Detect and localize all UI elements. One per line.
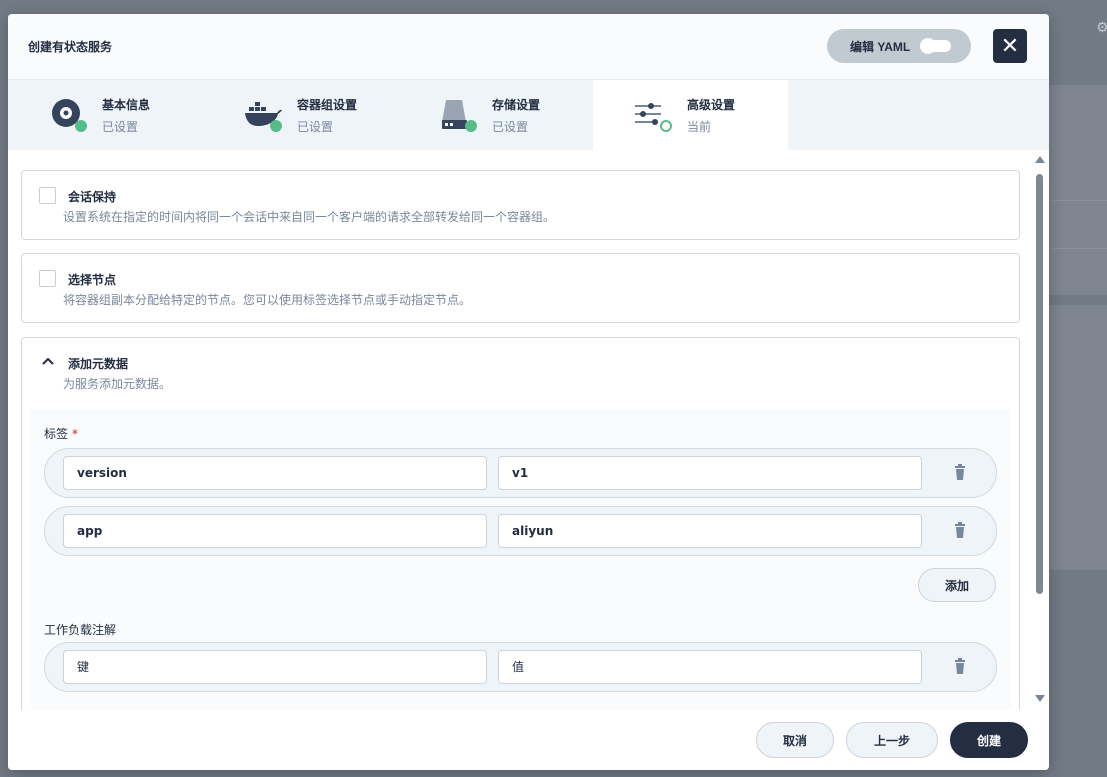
session-affinity-checkbox[interactable] bbox=[39, 187, 56, 204]
sliders-icon bbox=[635, 103, 672, 132]
trash-icon bbox=[955, 522, 965, 538]
step-status: 已设置 bbox=[102, 120, 139, 134]
background-divider bbox=[1049, 200, 1107, 201]
metadata-panel: 添加元数据 为服务添加元数据。 标签 * version v1 app aliy… bbox=[21, 337, 1020, 710]
metadata-description: 为服务添加元数据。 bbox=[63, 377, 172, 391]
step-storage-settings[interactable]: 存储设置 已设置 bbox=[398, 80, 593, 150]
create-statefulset-modal: 创建有状态服务 编辑 YAML ✕ 基本信息 已设置 容器组设置 已设置 存储设… bbox=[8, 14, 1049, 770]
node-selection-title: 选择节点 bbox=[68, 273, 117, 287]
labels-title: 标签 bbox=[44, 427, 69, 441]
metadata-form-area: 标签 * version v1 app aliyun 添加 工作负载注解 键 值 bbox=[31, 409, 1011, 709]
step-title: 存储设置 bbox=[492, 98, 541, 112]
trash-icon bbox=[955, 464, 965, 480]
node-selection-checkbox[interactable] bbox=[39, 270, 56, 287]
session-affinity-title: 会话保持 bbox=[68, 190, 117, 204]
node-selection-panel: 选择节点 将容器组副本分配给特定的节点。您可以使用标签选择节点或手动指定节点。 bbox=[21, 253, 1020, 323]
delete-label-button[interactable] bbox=[948, 519, 972, 543]
scroll-down-arrow-icon[interactable] bbox=[1035, 695, 1045, 702]
disk-icon bbox=[52, 99, 87, 132]
trash-icon bbox=[955, 658, 965, 674]
close-button[interactable]: ✕ bbox=[993, 29, 1027, 63]
session-affinity-panel: 会话保持 设置系统在指定的时间内将同一个会话中来自同一个客户端的请求全部转发给同… bbox=[21, 170, 1020, 240]
step-title: 基本信息 bbox=[102, 98, 151, 112]
step-title: 容器组设置 bbox=[297, 98, 358, 112]
annotation-row bbox=[44, 642, 997, 692]
label-row bbox=[44, 506, 997, 556]
label-value-input[interactable] bbox=[498, 514, 922, 548]
step-title: 高级设置 bbox=[687, 98, 736, 112]
delete-annotation-button[interactable] bbox=[948, 655, 972, 679]
step-pod-settings[interactable]: 容器组设置 已设置 bbox=[203, 80, 398, 150]
annotations-title: 工作负载注解 bbox=[44, 623, 117, 637]
background-card bbox=[1049, 85, 1107, 295]
cancel-button[interactable]: 取消 bbox=[756, 722, 834, 758]
label-key-input[interactable] bbox=[63, 514, 487, 548]
toggle-switch-icon bbox=[920, 38, 951, 54]
step-status: 已设置 bbox=[297, 120, 334, 134]
step-advanced-settings[interactable]: 高级设置 当前 bbox=[593, 80, 788, 150]
step-status: 当前 bbox=[687, 120, 712, 134]
chevron-up-icon[interactable] bbox=[41, 354, 55, 368]
wizard-steps: 基本信息 已设置 容器组设置 已设置 存储设置 已设置 高级设置 当前 bbox=[8, 80, 1049, 150]
vertical-scrollbar[interactable] bbox=[1033, 156, 1045, 702]
add-label-button[interactable]: 添加 bbox=[918, 568, 996, 602]
modal-title: 创建有状态服务 bbox=[28, 40, 113, 54]
background-divider bbox=[1049, 248, 1107, 249]
edit-yaml-toggle-button[interactable]: 编辑 YAML bbox=[827, 29, 971, 63]
previous-step-button[interactable]: 上一步 bbox=[846, 722, 938, 758]
annotation-value-input[interactable] bbox=[498, 650, 922, 684]
session-affinity-description: 设置系统在指定的时间内将同一个会话中来自同一个客户端的请求全部转发给同一个容器组… bbox=[63, 210, 556, 224]
labels-field-label: 标签 * bbox=[44, 425, 78, 442]
scrollbar-thumb[interactable] bbox=[1036, 174, 1043, 594]
create-button[interactable]: 创建 bbox=[950, 722, 1028, 758]
background-gear-icon: ⚙ bbox=[1096, 20, 1107, 36]
required-mark: * bbox=[72, 427, 79, 441]
annotation-key-input[interactable] bbox=[63, 650, 487, 684]
node-selection-description: 将容器组副本分配给特定的节点。您可以使用标签选择节点或手动指定节点。 bbox=[63, 293, 472, 307]
docker-icon bbox=[245, 102, 282, 132]
label-key-input[interactable] bbox=[63, 456, 487, 490]
modal-header: 创建有状态服务 编辑 YAML ✕ bbox=[8, 14, 1049, 80]
label-row bbox=[44, 448, 997, 498]
delete-label-button[interactable] bbox=[948, 461, 972, 485]
modal-footer: 取消 上一步 创建 bbox=[8, 710, 1049, 770]
scroll-up-arrow-icon[interactable] bbox=[1035, 156, 1045, 163]
step-status: 已设置 bbox=[492, 120, 529, 134]
metadata-title: 添加元数据 bbox=[68, 357, 129, 371]
storage-icon bbox=[442, 100, 477, 132]
edit-yaml-label: 编辑 YAML bbox=[850, 39, 911, 54]
modal-content: 会话保持 设置系统在指定的时间内将同一个会话中来自同一个客户端的请求全部转发给同… bbox=[8, 150, 1049, 710]
label-value-input[interactable] bbox=[498, 456, 922, 490]
background-card bbox=[1049, 305, 1107, 570]
step-basic-info[interactable]: 基本信息 已设置 bbox=[8, 80, 203, 150]
